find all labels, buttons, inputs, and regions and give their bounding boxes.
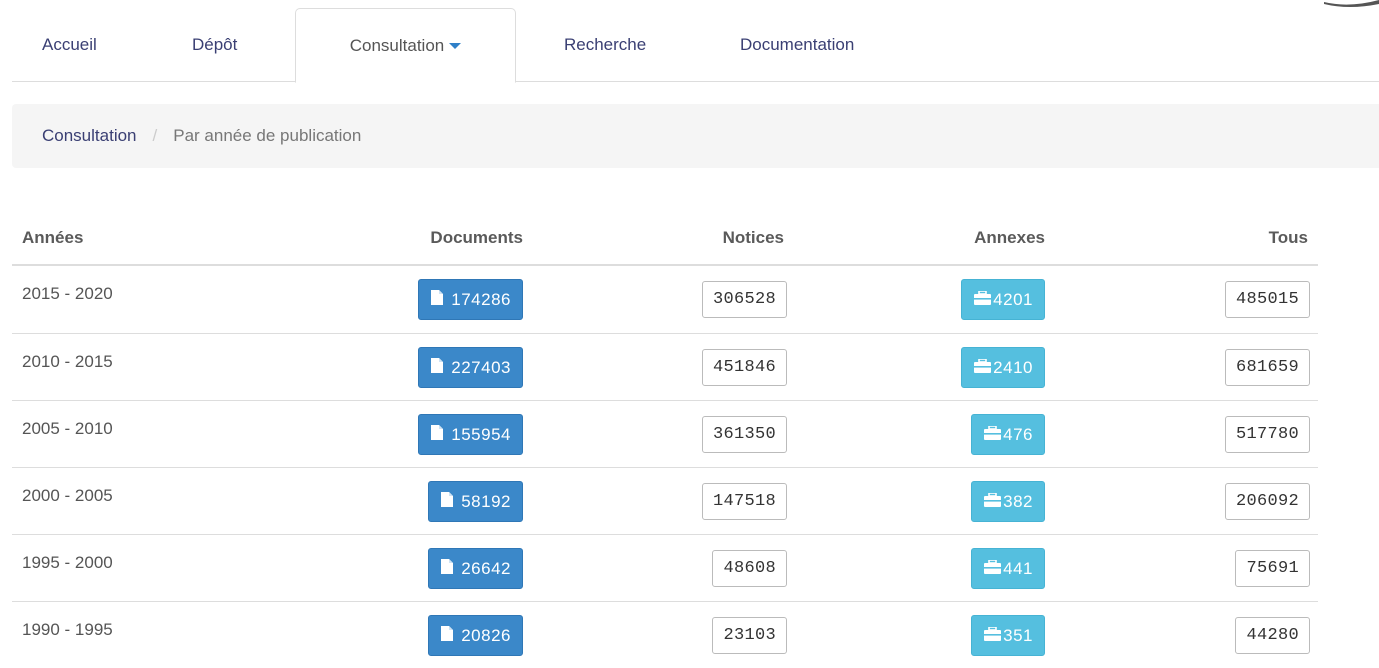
notices-count: 361350 xyxy=(712,425,776,444)
notices-count: 48608 xyxy=(723,559,776,578)
tab-label: Consultation xyxy=(349,35,445,55)
notices-button[interactable]: 451846 xyxy=(701,349,787,386)
row-years: 2010 - 2015 xyxy=(22,352,113,371)
notices-button[interactable]: 361350 xyxy=(701,416,787,453)
file-icon xyxy=(431,424,444,445)
file-icon xyxy=(441,558,454,579)
annexes-count: 476 xyxy=(1003,424,1033,444)
tous-button[interactable]: 681659 xyxy=(1224,349,1310,386)
documents-count: 227403 xyxy=(451,357,511,377)
tab-consultation[interactable]: Consultation xyxy=(295,8,516,83)
file-icon xyxy=(441,625,454,646)
notices-button[interactable]: 48608 xyxy=(712,550,787,587)
breadcrumb-separator: / xyxy=(152,126,158,145)
file-icon xyxy=(441,491,454,512)
documents-count: 174286 xyxy=(451,289,511,309)
annexes-button[interactable]: 2410 xyxy=(961,347,1045,388)
documents-count: 26642 xyxy=(461,558,511,578)
tab-label: Dépôt xyxy=(192,35,238,54)
annexes-count: 441 xyxy=(1003,558,1033,578)
row-years: 2015 - 2020 xyxy=(22,284,113,303)
table-row: 2015 - 2020 174286 306528 4201 485015 xyxy=(12,266,1318,333)
tous-button[interactable]: 75691 xyxy=(1235,550,1310,587)
tab-label: Recherche xyxy=(564,35,647,54)
annexes-button[interactable]: 382 xyxy=(971,481,1045,522)
annexes-count: 351 xyxy=(1003,625,1033,645)
tab-label: Documentation xyxy=(740,35,855,54)
tous-button[interactable]: 485015 xyxy=(1224,281,1310,318)
table-header: Années Documents Notices Annexes Tous xyxy=(12,212,1318,266)
documents-count: 20826 xyxy=(461,625,511,645)
breadcrumb-current: Par année de publication xyxy=(173,126,362,145)
annexes-count: 2410 xyxy=(993,357,1033,377)
publications-table: Années Documents Notices Annexes Tous 20… xyxy=(12,212,1318,668)
annexes-button[interactable]: 476 xyxy=(971,414,1045,455)
briefcase-icon xyxy=(974,289,992,310)
notices-button[interactable]: 23103 xyxy=(712,617,787,654)
table-row: 1995 - 2000 26642 48608 441 75691 xyxy=(12,534,1318,601)
briefcase-icon xyxy=(974,357,992,378)
file-icon xyxy=(431,289,444,310)
tab-accueil[interactable]: Accueil xyxy=(42,8,142,82)
annexes-button[interactable]: 4201 xyxy=(961,279,1045,320)
notices-count: 23103 xyxy=(723,626,776,645)
notices-button[interactable]: 147518 xyxy=(701,483,787,520)
file-icon xyxy=(431,357,444,378)
breadcrumb-link-consultation[interactable]: Consultation xyxy=(42,126,137,146)
row-years: 1990 - 1995 xyxy=(22,620,113,639)
row-years: 2005 - 2010 xyxy=(22,419,113,438)
tous-count: 75691 xyxy=(1246,559,1299,578)
table-body: 2015 - 2020 174286 306528 4201 485015 2010 - … xyxy=(12,266,1318,668)
row-years: 1995 - 2000 xyxy=(22,553,113,572)
tous-count: 206092 xyxy=(1235,492,1299,511)
documents-count: 58192 xyxy=(461,491,511,511)
notices-count: 451846 xyxy=(712,358,776,377)
briefcase-icon xyxy=(984,558,1002,579)
documents-button[interactable]: 227403 xyxy=(418,347,523,388)
notices-count: 147518 xyxy=(712,492,776,511)
table-row: 1990 - 1995 20826 23103 351 44280 xyxy=(12,601,1318,668)
table-row: 2005 - 2010 155954 361350 476 517780 xyxy=(12,400,1318,467)
header-annexes: Annexes xyxy=(974,228,1045,247)
briefcase-icon xyxy=(984,491,1002,512)
header-tous: Tous xyxy=(1268,228,1308,247)
notices-button[interactable]: 306528 xyxy=(701,281,787,318)
table-row: 2000 - 2005 58192 147518 382 206092 xyxy=(12,467,1318,534)
annexes-count: 4201 xyxy=(993,289,1033,309)
tous-button[interactable]: 206092 xyxy=(1224,483,1310,520)
tab-documentation[interactable]: Documentation xyxy=(740,8,910,82)
tab-depot[interactable]: Dépôt xyxy=(192,8,272,82)
annexes-button[interactable]: 351 xyxy=(971,615,1045,656)
tab-recherche[interactable]: Recherche xyxy=(564,8,674,82)
tab-label: Accueil xyxy=(42,35,97,54)
documents-button[interactable]: 20826 xyxy=(428,615,523,656)
row-years: 2000 - 2005 xyxy=(22,486,113,505)
tous-button[interactable]: 44280 xyxy=(1235,617,1310,654)
header-notices: Notices xyxy=(722,228,784,247)
tous-count: 681659 xyxy=(1235,358,1299,377)
tous-button[interactable]: 517780 xyxy=(1224,416,1310,453)
briefcase-icon xyxy=(984,625,1002,646)
header-years: Années xyxy=(22,228,84,247)
tous-count: 485015 xyxy=(1235,290,1299,309)
notices-count: 306528 xyxy=(712,290,776,309)
tous-count: 517780 xyxy=(1235,425,1299,444)
annexes-count: 382 xyxy=(1003,491,1033,511)
documents-count: 155954 xyxy=(451,424,511,444)
documents-button[interactable]: 155954 xyxy=(418,414,523,455)
header-documents: Documents xyxy=(430,228,523,247)
table-row: 2010 - 2015 227403 451846 2410 681659 xyxy=(12,333,1318,400)
annexes-button[interactable]: 441 xyxy=(971,548,1045,589)
briefcase-icon xyxy=(984,424,1002,445)
caret-down-icon xyxy=(449,42,462,49)
documents-button[interactable]: 174286 xyxy=(418,279,523,320)
documents-button[interactable]: 26642 xyxy=(428,548,523,589)
main-nav: Accueil Dépôt Consultation Recherche Doc… xyxy=(12,8,1379,83)
breadcrumb: Consultation / Par année de publication xyxy=(12,104,1379,168)
tous-count: 44280 xyxy=(1246,626,1299,645)
documents-button[interactable]: 58192 xyxy=(428,481,523,522)
